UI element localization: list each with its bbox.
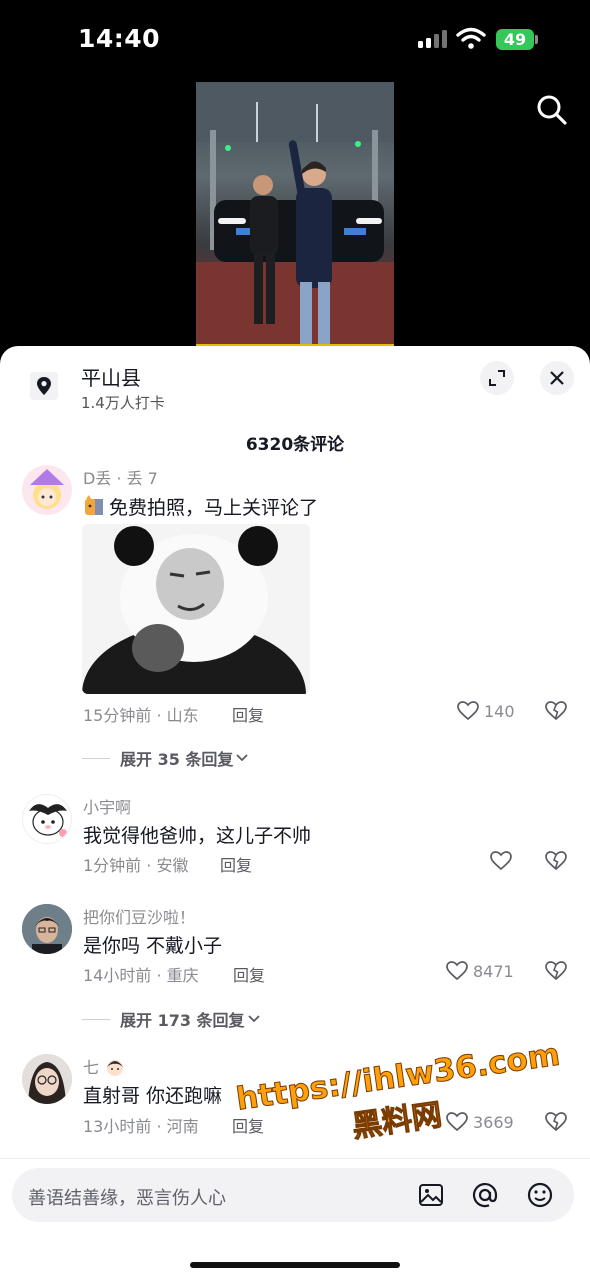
like-count: 140	[484, 701, 515, 721]
location-pin-icon	[30, 372, 58, 400]
close-icon	[550, 371, 564, 385]
comment-meta: 15分钟前 · 山东	[83, 706, 199, 725]
location-checkins: 1.4万人打卡	[81, 394, 165, 412]
reply-button[interactable]: 回复	[232, 702, 264, 726]
comment-sticker-image[interactable]	[82, 524, 310, 694]
avatar[interactable]	[22, 904, 72, 954]
broken-heart-icon[interactable]	[544, 959, 568, 983]
status-bar: 14:40 49	[0, 0, 590, 80]
comment-username-text: 七	[83, 1058, 100, 1077]
cellular-signal-icon	[418, 30, 448, 48]
status-time: 14:40	[78, 24, 161, 53]
comment-text: 免费拍照，马上关评论了	[83, 493, 318, 520]
like-button[interactable]	[489, 849, 517, 873]
expand-replies-button[interactable]: 展开 173 条回复	[82, 1008, 263, 1030]
wifi-icon	[456, 27, 486, 49]
chevron-down-icon	[236, 754, 249, 762]
image-icon[interactable]	[417, 1181, 445, 1209]
battery-tip	[535, 35, 538, 44]
location-title[interactable]: 平山县	[81, 362, 141, 391]
comment-username[interactable]: 七	[83, 1054, 126, 1078]
comment-text: 直射哥 你还跑嘛	[83, 1085, 223, 1107]
comment-text: 我觉得他爸帅，这儿子不帅	[83, 825, 312, 847]
like-button[interactable]: 140	[456, 699, 515, 723]
avatar[interactable]	[22, 794, 72, 844]
mention-icon[interactable]	[471, 1181, 499, 1209]
girl-emoji-icon	[107, 1060, 124, 1076]
divider-line	[82, 1018, 110, 1020]
emoji-icon[interactable]	[526, 1181, 554, 1209]
comment-count: 6320条评论	[245, 435, 345, 455]
avatar-image	[22, 904, 72, 954]
comment-username[interactable]: 把你们豆沙啦！	[83, 904, 195, 928]
chevron-down-icon	[247, 1015, 260, 1023]
panda-meme-image	[82, 524, 310, 694]
comment-input[interactable]: 善语结善缘，恶言伤人心	[12, 1168, 574, 1222]
heart-icon	[446, 961, 468, 981]
search-icon[interactable]	[532, 90, 572, 130]
like-button[interactable]: 8471	[445, 959, 514, 983]
like-count: 8471	[473, 961, 514, 981]
heart-icon	[457, 701, 479, 721]
expand-replies-label: 展开 173 条回复	[120, 1011, 245, 1030]
avatar[interactable]	[22, 1054, 72, 1104]
reply-button[interactable]: 回复	[220, 852, 252, 876]
comment-username[interactable]: 小宇啊	[83, 794, 131, 818]
cat-emoji-icon	[85, 495, 103, 515]
expand-replies-label: 展开 35 条回复	[120, 750, 234, 769]
broken-heart-icon[interactable]	[544, 849, 568, 873]
home-indicator	[190, 1262, 400, 1268]
video-frame	[196, 82, 394, 350]
battery-icon: 49	[496, 29, 534, 50]
expand-button[interactable]	[480, 361, 514, 395]
comment-username[interactable]: D丢 · 丢 7	[83, 465, 158, 489]
avatar-image	[22, 1054, 72, 1104]
broken-heart-icon[interactable]	[544, 699, 568, 723]
comment-meta: 14小时前 · 重庆	[83, 966, 199, 985]
expand-replies-button[interactable]: 展开 35 条回复	[82, 747, 251, 769]
expand-icon	[489, 370, 505, 386]
heart-icon	[490, 851, 512, 871]
comment-text: 是你吗 不戴小子	[83, 935, 223, 957]
avatar-image	[30, 469, 64, 509]
divider-line	[82, 757, 110, 759]
close-button[interactable]	[540, 361, 574, 395]
comment-text-content: 免费拍照，马上关评论了	[109, 497, 319, 519]
avatar[interactable]	[22, 465, 72, 515]
comment-meta: 1分钟前 · 安徽	[83, 856, 189, 875]
comment-meta: 13小时前 · 河南	[83, 1117, 199, 1136]
video-player[interactable]	[196, 82, 394, 350]
divider	[0, 1158, 590, 1159]
avatar-image	[29, 804, 67, 837]
reply-button[interactable]: 回复	[233, 962, 265, 986]
comment-input-placeholder: 善语结善缘，恶言伤人心	[28, 1188, 226, 1209]
